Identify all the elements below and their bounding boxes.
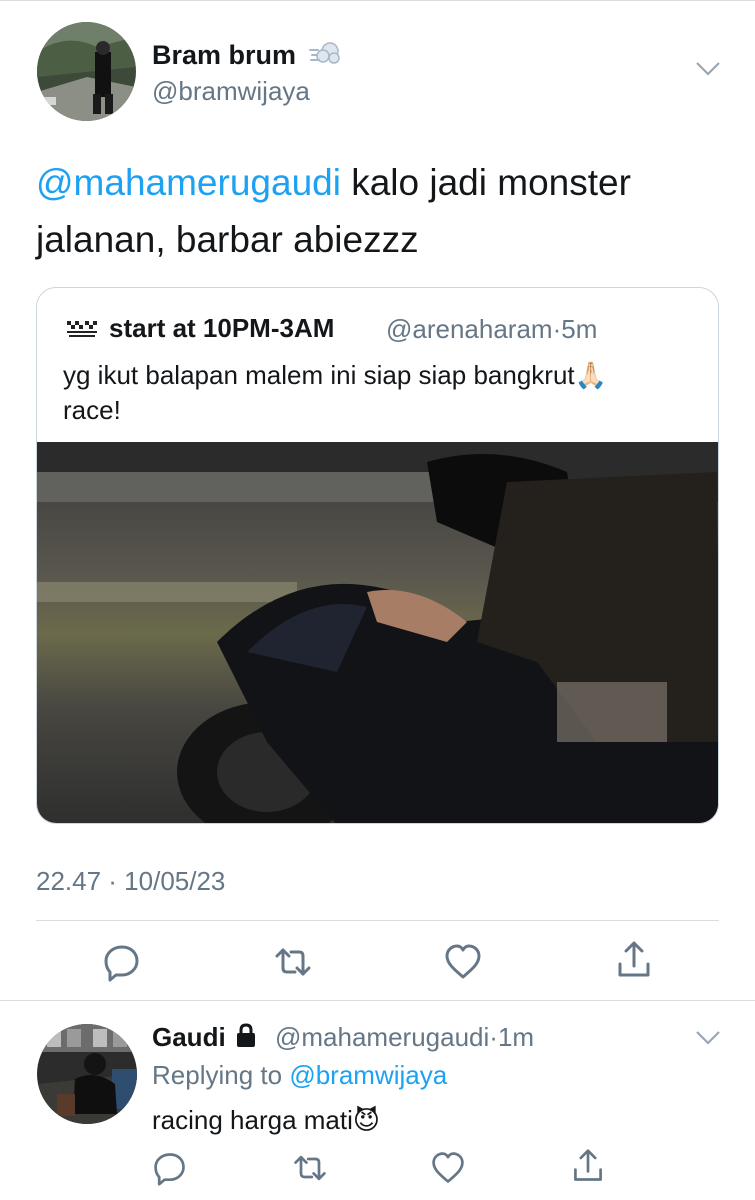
- quoted-meta: @arenaharam·5m: [386, 314, 598, 344]
- author-avatar[interactable]: [37, 22, 136, 121]
- quoted-handle[interactable]: @arenaharam: [386, 314, 553, 344]
- reply-like-icon[interactable]: [430, 1150, 470, 1190]
- mention-link[interactable]: @mahamerugaudi: [36, 162, 341, 203]
- reply-handle[interactable]: @mahamerugaudi: [275, 1022, 489, 1052]
- checkered-flags-icon: [65, 318, 99, 345]
- reply-retweet-icon[interactable]: [292, 1150, 332, 1190]
- smiling-devil-emoji: 😈: [352, 1105, 380, 1135]
- author-name[interactable]: Bram brum: [152, 38, 342, 75]
- tweet-timestamp: 22.47 · 10/05/23: [36, 866, 226, 896]
- quoted-text: yg ikut balapan malem ini siap siap bang…: [63, 360, 607, 425]
- dash-icon: [308, 38, 342, 75]
- share-icon[interactable]: [614, 940, 654, 980]
- divider: [36, 920, 719, 921]
- reply-text: racing harga mati😈: [152, 1105, 380, 1135]
- quoted-author-name[interactable]: start at 10PM-3AM: [109, 313, 334, 344]
- reply-icon[interactable]: [102, 942, 142, 982]
- reply-author-name[interactable]: Gaudi: [152, 1022, 257, 1055]
- reply-meta: @mahamerugaudi·1m: [275, 1022, 535, 1052]
- replying-to-line: Replying to @bramwijaya: [152, 1060, 448, 1090]
- chevron-down-icon[interactable]: [695, 61, 721, 82]
- retweet-icon[interactable]: [273, 942, 313, 982]
- reply-chevron-down-icon[interactable]: [695, 1030, 721, 1051]
- folded-hands-emoji: 🙏🏻: [574, 360, 607, 390]
- lock-icon: [235, 1022, 257, 1055]
- reply-avatar[interactable]: [37, 1024, 137, 1124]
- quoted-tweet[interactable]: start at 10PM-3AM @arenaharam·5m yg ikut…: [36, 287, 719, 824]
- reply-time: 1m: [497, 1022, 535, 1052]
- author-handle[interactable]: @bramwijaya: [152, 76, 310, 107]
- replying-to-link[interactable]: @bramwijaya: [289, 1060, 447, 1090]
- like-icon[interactable]: [443, 942, 483, 982]
- quoted-time: 5m: [561, 314, 598, 344]
- top-divider: [0, 0, 755, 1]
- reply-reply-icon[interactable]: [152, 1150, 192, 1190]
- tweet-text: @mahamerugaudi kalo jadi monster jalanan…: [36, 154, 726, 268]
- reply-share-icon[interactable]: [570, 1148, 610, 1188]
- quoted-media-image[interactable]: [37, 442, 718, 823]
- section-divider: [0, 1000, 755, 1001]
